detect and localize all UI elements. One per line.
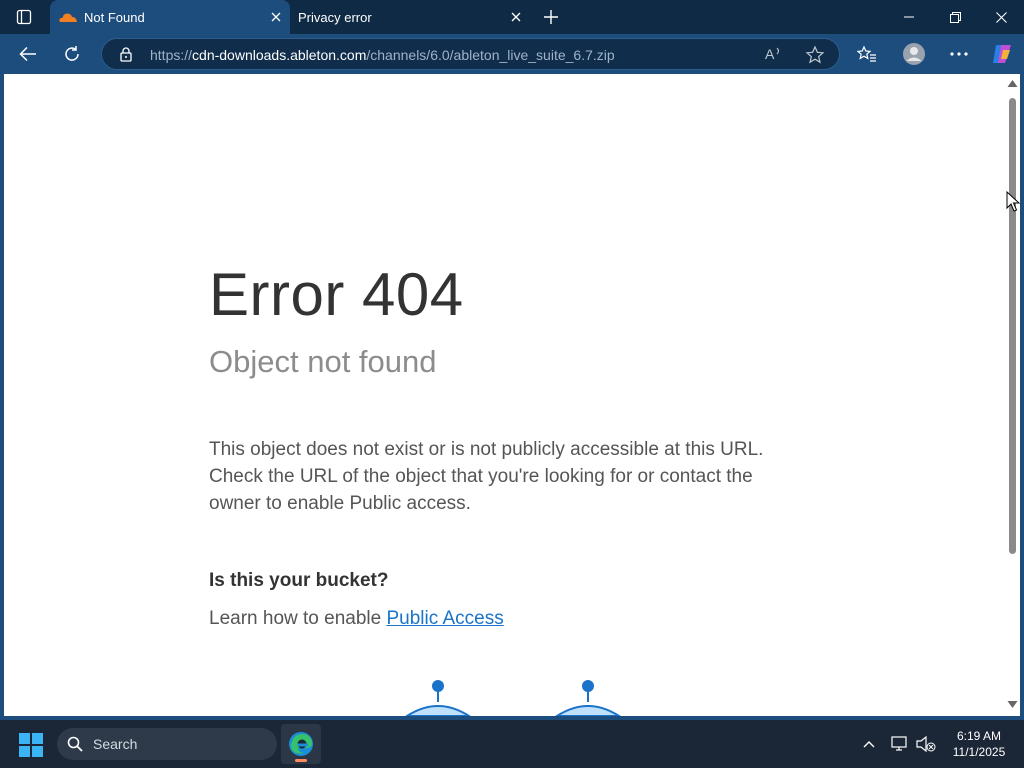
plus-icon xyxy=(544,10,558,24)
copilot-icon xyxy=(993,45,1011,63)
taskbar: Search 6:19 AM 11/1/2025 xyxy=(0,720,1024,768)
search-label: Search xyxy=(93,736,138,752)
active-indicator xyxy=(295,759,307,762)
svg-text:A: A xyxy=(765,46,775,62)
scroll-thumb[interactable] xyxy=(1009,98,1016,554)
vertical-scrollbar[interactable] xyxy=(1005,74,1020,716)
tab-actions-icon[interactable] xyxy=(8,5,40,29)
scroll-down-icon[interactable] xyxy=(1007,700,1018,710)
page-subtitle: Object not found xyxy=(209,344,437,379)
avatar-icon xyxy=(903,43,925,65)
settings-more-button[interactable] xyxy=(944,39,974,69)
tab-not-found[interactable]: Not Found xyxy=(50,0,290,34)
tab-privacy-error[interactable]: Privacy error xyxy=(290,0,530,34)
reload-button[interactable] xyxy=(57,39,87,69)
clock-date: 11/1/2025 xyxy=(952,745,1006,759)
tab-title: Not Found xyxy=(84,9,145,25)
public-access-link[interactable]: Public Access xyxy=(386,608,503,629)
close-window-button[interactable] xyxy=(978,0,1024,34)
show-hidden-icons-button[interactable] xyxy=(857,732,881,756)
system-clock[interactable]: 6:19 AM 11/1/2025 xyxy=(940,728,1018,760)
url-scheme: https:// xyxy=(150,47,193,63)
search-icon xyxy=(67,736,83,752)
ellipsis-icon xyxy=(950,52,968,56)
close-tab-icon[interactable] xyxy=(262,3,290,31)
error-description: This object does not exist or is not pub… xyxy=(209,439,764,514)
bucket-heading: Is this your bucket? xyxy=(209,570,389,591)
start-button[interactable] xyxy=(18,732,44,758)
volume-muted-icon xyxy=(916,736,936,752)
reload-icon xyxy=(65,46,79,61)
network-icon xyxy=(891,736,907,751)
edge-icon xyxy=(289,732,313,756)
restore-button[interactable] xyxy=(932,0,978,34)
page-viewport: Error 404 Object not found This object d… xyxy=(4,74,1005,716)
learn-prefix: Learn how to enable xyxy=(209,608,387,629)
favorites-button[interactable] xyxy=(852,39,882,69)
tab-title: Privacy error xyxy=(298,9,372,25)
taskbar-edge-button[interactable] xyxy=(281,724,321,764)
url-text[interactable]: https://cdn-downloads.ableton.com/channe… xyxy=(150,47,615,63)
clock-time: 6:19 AM xyxy=(956,729,1002,743)
windows-icon xyxy=(19,733,43,757)
arrow-left-icon xyxy=(19,46,36,62)
volume-button[interactable] xyxy=(914,732,938,756)
profile-button[interactable] xyxy=(899,39,929,69)
new-tab-button[interactable] xyxy=(538,5,564,29)
lock-icon[interactable] xyxy=(118,46,134,62)
learn-text: Learn how to enable Public Access xyxy=(209,608,504,630)
url-path: /channels/6.0/ableton_live_suite_6.7.zip xyxy=(366,47,615,63)
read-aloud-icon[interactable]: A xyxy=(764,45,784,65)
mouse-cursor-icon xyxy=(1006,191,1020,212)
network-button[interactable] xyxy=(888,732,912,756)
robot-illustration xyxy=(405,680,621,716)
chevron-up-icon xyxy=(863,741,875,748)
url-host: cdn-downloads.ableton.com xyxy=(192,47,367,63)
back-button[interactable] xyxy=(13,39,43,69)
favorites-icon xyxy=(857,45,876,62)
browser-toolbar: https://cdn-downloads.ableton.com/channe… xyxy=(0,34,1024,74)
cloudflare-icon xyxy=(58,10,78,24)
page-title: Error 404 xyxy=(209,261,464,328)
star-icon[interactable] xyxy=(805,45,825,65)
minimize-button[interactable] xyxy=(886,0,932,34)
tab-bar: Not Found Privacy error xyxy=(0,0,1024,34)
window-border xyxy=(1020,74,1024,716)
scroll-up-icon[interactable] xyxy=(1007,78,1018,88)
taskbar-search[interactable]: Search xyxy=(57,728,277,760)
address-bar[interactable]: https://cdn-downloads.ableton.com/channe… xyxy=(101,38,840,70)
copilot-button[interactable] xyxy=(987,39,1017,69)
close-tab-icon[interactable] xyxy=(502,3,530,31)
